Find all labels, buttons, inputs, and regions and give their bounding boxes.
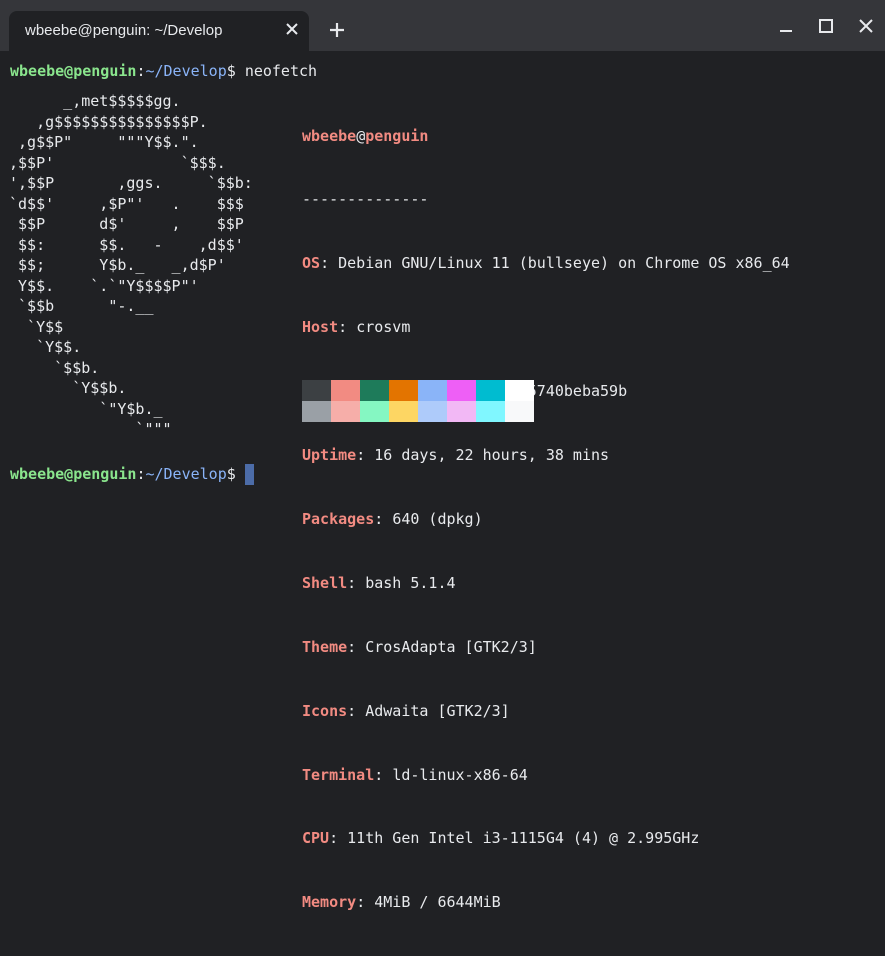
command-line: wbeebe@penguin:~/Develop$ neofetch [10, 61, 317, 82]
prompt-user-host: wbeebe@penguin [10, 62, 137, 80]
info-key: Packages [302, 509, 375, 528]
debian-logo-ascii: _,met$$$$$gg. ,g$$$$$$$$$$$$$$$P. ,g$$P"… [9, 91, 253, 440]
color-swatch [505, 401, 534, 422]
logo-line: `Y$$. [9, 338, 82, 356]
logo-line: $$: $$. - ,d$$' [9, 235, 244, 254]
minimize-icon[interactable] [777, 17, 795, 35]
color-swatch [418, 401, 447, 422]
info-sep: : [347, 637, 366, 656]
logo-line: `Y$$b. [9, 379, 127, 397]
close-tab-icon[interactable] [283, 20, 301, 38]
info-host: penguin [365, 126, 429, 145]
terminal-tab[interactable]: wbeebe@penguin: ~/Develop [9, 11, 309, 51]
info-key: Host [302, 318, 339, 337]
close-window-icon[interactable] [857, 17, 875, 35]
prompt-path: ~/Develop [145, 465, 227, 483]
info-header: wbeebe@penguin [302, 126, 790, 147]
info-sep: : [320, 254, 339, 273]
info-row: Memory: 4MiB / 6644MiB [302, 892, 790, 913]
info-row: Packages: 640 (dpkg) [302, 509, 790, 530]
color-swatch [302, 380, 331, 401]
maximize-icon[interactable] [817, 17, 835, 35]
color-swatch [476, 380, 505, 401]
info-value: bash 5.1.4 [365, 573, 456, 592]
info-row: OS: Debian GNU/Linux 11 (bullseye) on Ch… [302, 253, 790, 274]
info-row: Theme: CrosAdapta [GTK2/3] [302, 637, 790, 658]
info-user: wbeebe [302, 126, 357, 145]
info-value: ld-linux-x86-64 [392, 765, 528, 784]
info-key: Memory [302, 893, 357, 912]
tab-title: wbeebe@penguin: ~/Develop [25, 22, 223, 39]
prompt-dollar: $ [226, 465, 236, 483]
info-at: @ [356, 126, 366, 145]
info-value: Debian GNU/Linux 11 (bullseye) on Chrome… [338, 254, 790, 273]
info-sep: : [374, 509, 393, 528]
prompt-line[interactable]: wbeebe@penguin:~/Develop$ [10, 464, 254, 485]
info-key: Theme [302, 637, 348, 656]
new-tab-icon[interactable] [328, 21, 346, 39]
info-key: CPU [302, 829, 330, 848]
logo-line: $$; Y$b._ _,d$P' [9, 256, 226, 274]
info-rule: -------------- [302, 190, 429, 209]
terminal-area[interactable]: wbeebe@penguin:~/Develop$ neofetch _,met… [0, 51, 885, 911]
logo-line: ',$$P ,ggs. `$$b: [9, 174, 253, 192]
color-swatch [447, 401, 476, 422]
logo-line: ,g$$P" """Y$$.". [9, 133, 199, 151]
color-swatch [331, 401, 360, 422]
color-swatch [389, 380, 418, 401]
color-swatch [360, 380, 389, 401]
info-row: CPU: 11th Gen Intel i3-1115G4 (4) @ 2.99… [302, 828, 790, 849]
color-swatch [505, 380, 534, 401]
info-row: Terminal: ld-linux-x86-64 [302, 765, 790, 786]
color-swatch [389, 401, 418, 422]
info-row: Uptime: 16 days, 22 hours, 38 mins [302, 445, 790, 466]
logo-line: ,g$$$$$$$$$$$$$$$P. [9, 112, 208, 131]
logo-line: Y$$. `.`"Y$$$$P"' [9, 276, 199, 295]
prompt-dollar: $ [226, 62, 236, 80]
info-key: Shell [302, 573, 348, 592]
info-sep: : [374, 765, 393, 784]
logo-line: ,$$P' `$$$. [9, 153, 226, 172]
info-value: CrosAdapta [GTK2/3] [365, 637, 537, 656]
info-key: Terminal [302, 765, 375, 784]
prompt-user-host: wbeebe@penguin [10, 465, 137, 483]
info-value: 11th Gen Intel i3-1115G4 (4) @ 2.995GHz [347, 829, 700, 848]
info-row: Shell: bash 5.1.4 [302, 573, 790, 594]
system-info: wbeebe@penguin -------------- OS: Debian… [302, 83, 790, 956]
info-key: OS [302, 254, 321, 273]
info-value: 640 (dpkg) [392, 509, 483, 528]
color-swatch [360, 401, 389, 422]
color-swatch [418, 380, 447, 401]
info-value: Adwaita [GTK2/3] [365, 701, 510, 720]
info-sep: : [347, 573, 366, 592]
logo-line: `"Y$b._ [9, 399, 163, 418]
info-sep: : [347, 701, 366, 720]
color-swatch [476, 401, 505, 422]
logo-line: `$$b "-.__ [9, 297, 154, 315]
info-sep: : [356, 446, 375, 465]
color-swatch [447, 380, 476, 401]
color-swatch [331, 380, 360, 401]
info-key: Uptime [302, 446, 357, 465]
logo-line: $$P d$' , $$P [9, 215, 244, 233]
info-row: Host: crosvm [302, 317, 790, 338]
info-value: crosvm [356, 318, 411, 337]
info-key: Icons [302, 701, 348, 720]
logo-line: `Y$$ [9, 317, 64, 336]
logo-line: _,met$$$$$gg. [9, 92, 181, 110]
info-sep: : [356, 893, 375, 912]
info-value: 16 days, 22 hours, 38 mins [374, 446, 610, 465]
logo-line: `d$$' ,$P"' . $$$ [9, 194, 244, 213]
info-sep: : [329, 829, 348, 848]
info-row: Icons: Adwaita [GTK2/3] [302, 701, 790, 722]
logo-line: `$$b. [9, 358, 100, 377]
text-cursor [244, 464, 254, 485]
color-swatch [302, 401, 331, 422]
prompt-path: ~/Develop [145, 62, 227, 80]
title-bar: wbeebe@penguin: ~/Develop [0, 0, 885, 51]
info-value: 4MiB / 6644MiB [374, 893, 501, 912]
command-text: neofetch [244, 62, 318, 80]
logo-line: `""" [9, 420, 172, 438]
info-sep: : [338, 318, 357, 337]
